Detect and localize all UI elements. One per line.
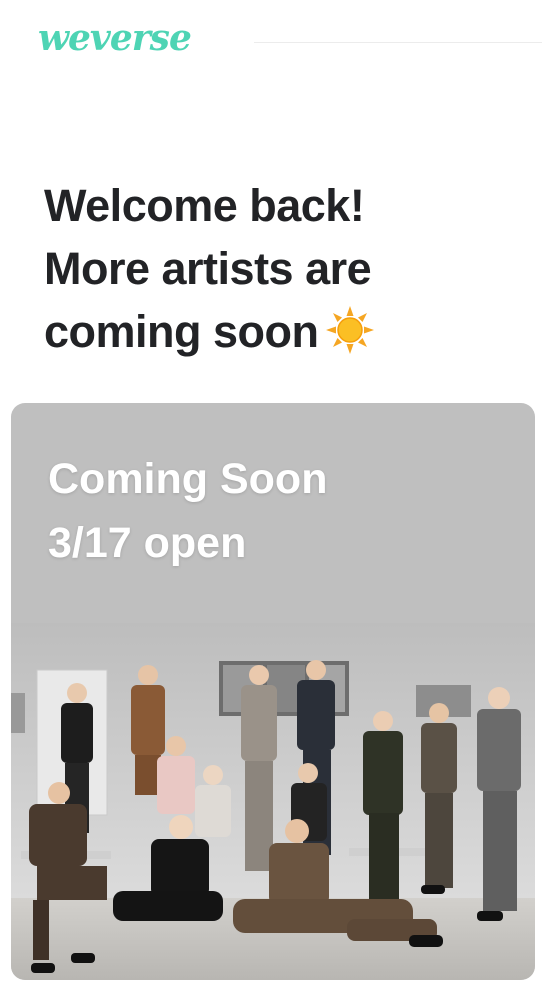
headline-line-3: coming soon xyxy=(44,300,514,371)
banner-text: Coming Soon 3/17 open xyxy=(48,447,327,575)
banner-title: Coming Soon xyxy=(48,455,328,503)
banner-subtitle: 3/17 open xyxy=(48,519,247,567)
headline-line-1: Welcome back! xyxy=(44,180,365,231)
header: weverse xyxy=(0,0,542,80)
welcome-headline: Welcome back! More artists are coming so… xyxy=(44,174,514,371)
headline-line-3-text: coming soon xyxy=(44,306,319,357)
header-divider xyxy=(254,42,542,43)
weverse-logo[interactable]: weverse xyxy=(38,14,192,62)
group-photo xyxy=(11,623,535,980)
sun-icon xyxy=(325,305,375,371)
coming-soon-banner[interactable]: Coming Soon 3/17 open xyxy=(11,403,535,980)
headline-line-2: More artists are xyxy=(44,243,372,294)
